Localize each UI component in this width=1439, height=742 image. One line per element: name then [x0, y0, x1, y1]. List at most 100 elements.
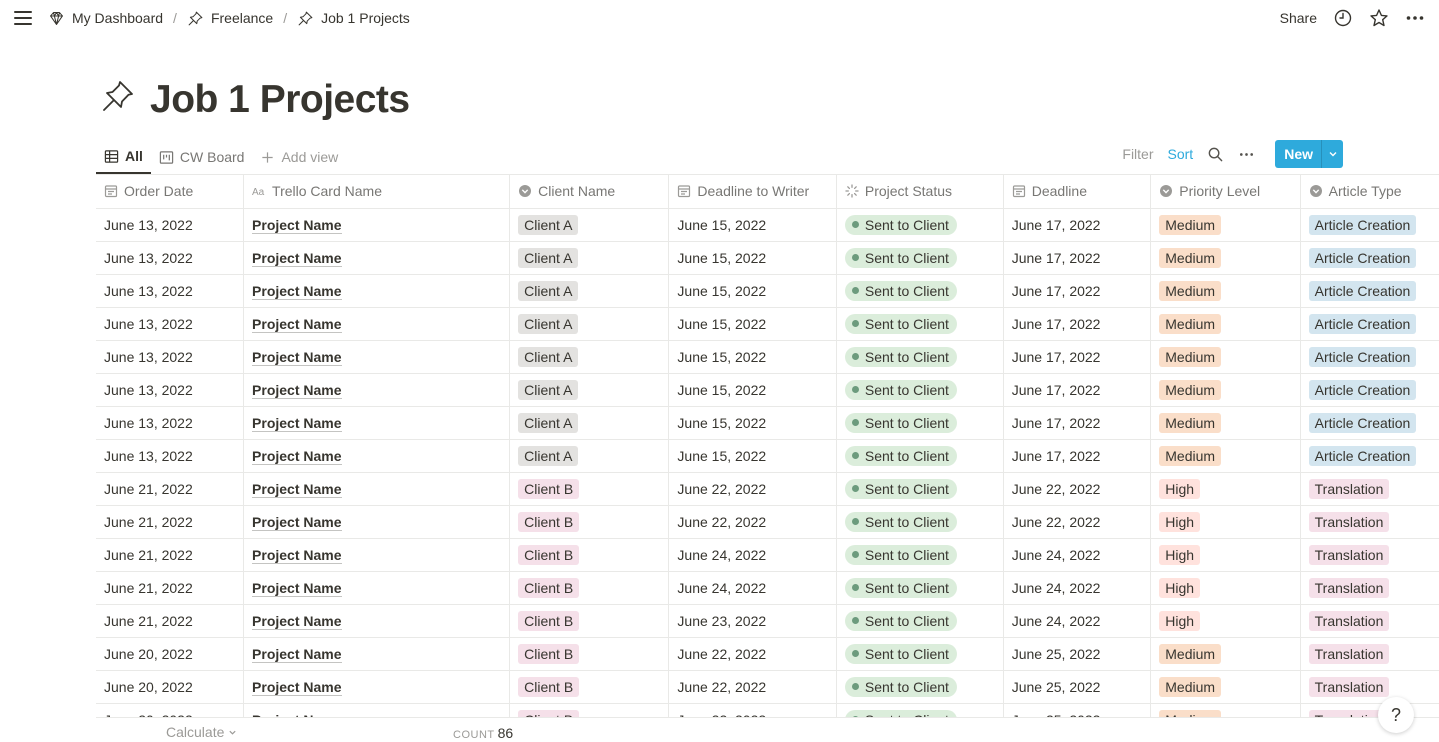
table-row[interactable]: June 13, 2022 Project Name Client A June 15…	[96, 274, 1439, 308]
cell-client[interactable]: Client B	[509, 571, 670, 605]
cell-client[interactable]: Client B	[509, 538, 670, 572]
cell-article-type[interactable]: Translation	[1300, 670, 1439, 704]
more-icon[interactable]	[1238, 146, 1255, 163]
card-name-link[interactable]: Project Name	[252, 249, 342, 267]
table-row[interactable]: June 21, 2022 Project Name Client B June 24…	[96, 538, 1439, 572]
card-name-link[interactable]: Project Name	[252, 546, 342, 564]
cell-status[interactable]: Sent to Client	[836, 505, 1004, 539]
cell-deadline[interactable]: June 17, 2022	[1003, 307, 1152, 341]
table-row[interactable]: June 13, 2022 Project Name Client A June 15…	[96, 241, 1439, 275]
menu-icon[interactable]	[14, 8, 34, 28]
column-header-priority-level[interactable]: Priority Level	[1150, 175, 1301, 209]
cell-card-name[interactable]: Project Name	[243, 241, 511, 275]
calculate-button[interactable]: Calculate	[166, 724, 237, 740]
cell-order-date[interactable]: June 13, 2022	[96, 274, 245, 308]
cell-writer-deadline[interactable]: June 22, 2022	[668, 637, 837, 671]
cell-deadline[interactable]: June 25, 2022	[1003, 703, 1152, 717]
cell-writer-deadline[interactable]: June 15, 2022	[668, 439, 837, 473]
cell-writer-deadline[interactable]: June 22, 2022	[668, 472, 837, 506]
tab-cw-board[interactable]: CW Board	[151, 140, 253, 174]
cell-status[interactable]: Sent to Client	[836, 439, 1004, 473]
cell-card-name[interactable]: Project Name	[243, 604, 511, 638]
cell-order-date[interactable]: June 21, 2022	[96, 571, 245, 605]
cell-priority[interactable]: Medium	[1150, 637, 1301, 671]
card-name-link[interactable]: Project Name	[252, 216, 342, 234]
cell-deadline[interactable]: June 25, 2022	[1003, 637, 1152, 671]
cell-card-name[interactable]: Project Name	[243, 538, 511, 572]
card-name-link[interactable]: Project Name	[252, 678, 342, 696]
add-view-button[interactable]: Add view	[252, 140, 346, 174]
breadcrumb-item-dashboard[interactable]: My Dashboard	[48, 10, 163, 27]
cell-priority[interactable]: Medium	[1150, 670, 1301, 704]
cell-deadline[interactable]: June 25, 2022	[1003, 670, 1152, 704]
cell-order-date[interactable]: June 20, 2022	[96, 670, 245, 704]
cell-status[interactable]: Sent to Client	[836, 637, 1004, 671]
sort-button[interactable]: Sort	[1168, 146, 1194, 162]
cell-writer-deadline[interactable]: June 22, 2022	[668, 703, 837, 717]
cell-status[interactable]: Sent to Client	[836, 604, 1004, 638]
cell-writer-deadline[interactable]: June 24, 2022	[668, 571, 837, 605]
cell-card-name[interactable]: Project Name	[243, 406, 511, 440]
cell-article-type[interactable]: Article Creation	[1300, 208, 1439, 242]
column-header-order-date[interactable]: Order Date	[96, 175, 245, 209]
cell-card-name[interactable]: Project Name	[243, 637, 511, 671]
cell-order-date[interactable]: June 13, 2022	[96, 208, 245, 242]
cell-status[interactable]: Sent to Client	[836, 670, 1004, 704]
cell-article-type[interactable]: Article Creation	[1300, 439, 1439, 473]
cell-deadline[interactable]: June 22, 2022	[1003, 505, 1152, 539]
cell-status[interactable]: Sent to Client	[836, 208, 1004, 242]
cell-card-name[interactable]: Project Name	[243, 274, 511, 308]
table-row[interactable]: June 13, 2022 Project Name Client A June 15…	[96, 406, 1439, 440]
cell-status[interactable]: Sent to Client	[836, 373, 1004, 407]
new-button[interactable]: New	[1275, 140, 1321, 168]
cell-priority[interactable]: High	[1150, 472, 1301, 506]
cell-priority[interactable]: Medium	[1150, 703, 1301, 717]
card-name-link[interactable]: Project Name	[252, 447, 342, 465]
cell-card-name[interactable]: Project Name	[243, 208, 511, 242]
card-name-link[interactable]: Project Name	[252, 381, 342, 399]
cell-article-type[interactable]: Article Creation	[1300, 373, 1439, 407]
cell-writer-deadline[interactable]: June 15, 2022	[668, 406, 837, 440]
cell-article-type[interactable]: Translation	[1300, 703, 1439, 717]
card-name-link[interactable]: Project Name	[252, 282, 342, 300]
column-header-deadline[interactable]: Deadline	[1003, 175, 1152, 209]
cell-order-date[interactable]: June 13, 2022	[96, 406, 245, 440]
cell-order-date[interactable]: June 13, 2022	[96, 373, 245, 407]
cell-order-date[interactable]: June 13, 2022	[96, 439, 245, 473]
table-row[interactable]: June 20, 2022Project NameClient BJune 22…	[96, 670, 1439, 704]
cell-priority[interactable]: High	[1150, 538, 1301, 572]
cell-writer-deadline[interactable]: June 23, 2022	[668, 604, 837, 638]
cell-article-type[interactable]: Article Creation	[1300, 274, 1439, 308]
cell-deadline[interactable]: June 24, 2022	[1003, 538, 1152, 572]
cell-client[interactable]: Client A	[509, 274, 670, 308]
table-row[interactable]: June 13, 2022 Project Name Client A June 15…	[96, 439, 1439, 473]
column-header-article-type[interactable]: Article Type	[1300, 175, 1439, 209]
cell-card-name[interactable]: Project Name	[243, 571, 511, 605]
cell-writer-deadline[interactable]: June 15, 2022	[668, 241, 837, 275]
cell-status[interactable]: Sent to Client	[836, 571, 1004, 605]
breadcrumb-item-current[interactable]: Job 1 Projects	[297, 10, 410, 27]
cell-article-type[interactable]: Translation	[1300, 505, 1439, 539]
cell-status[interactable]: Sent to Client	[836, 538, 1004, 572]
card-name-link[interactable]: Project Name	[252, 513, 342, 531]
cell-priority[interactable]: High	[1150, 571, 1301, 605]
cell-writer-deadline[interactable]: June 22, 2022	[668, 505, 837, 539]
cell-priority[interactable]: Medium	[1150, 373, 1301, 407]
cell-client[interactable]: Client B	[509, 637, 670, 671]
cell-deadline[interactable]: June 17, 2022	[1003, 274, 1152, 308]
cell-writer-deadline[interactable]: June 15, 2022	[668, 340, 837, 374]
cell-deadline[interactable]: June 17, 2022	[1003, 439, 1152, 473]
cell-client[interactable]: Client A	[509, 241, 670, 275]
table-row[interactable]: June 21, 2022 Project Name Client B June 22…	[96, 472, 1439, 506]
column-header-project-status[interactable]: Project Status	[836, 175, 1004, 209]
cell-article-type[interactable]: Translation	[1300, 538, 1439, 572]
cell-priority[interactable]: Medium	[1150, 307, 1301, 341]
cell-card-name[interactable]: Project Name	[243, 373, 511, 407]
cell-client[interactable]: Client A	[509, 307, 670, 341]
table-row[interactable]: June 20, 2022Project NameClient BJune 22…	[96, 703, 1439, 717]
clock-icon[interactable]	[1333, 8, 1353, 28]
cell-order-date[interactable]: June 21, 2022	[96, 505, 245, 539]
cell-priority[interactable]: Medium	[1150, 274, 1301, 308]
card-name-link[interactable]: Project Name	[252, 645, 342, 663]
cell-client[interactable]: Client A	[509, 439, 670, 473]
